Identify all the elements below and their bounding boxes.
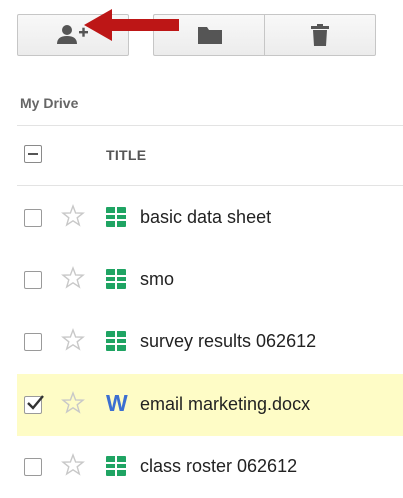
file-row[interactable]: class roster 062612 xyxy=(0,436,403,498)
checkmark-icon xyxy=(27,395,44,410)
file-name[interactable]: class roster 062612 xyxy=(140,456,297,477)
red-arrow-pointer xyxy=(84,9,179,41)
row-checkbox[interactable] xyxy=(24,209,42,227)
list-header: TITLE xyxy=(0,126,403,184)
row-checkbox[interactable] xyxy=(24,271,42,289)
row-checkbox[interactable] xyxy=(24,458,42,476)
folder-icon xyxy=(197,27,222,44)
trash-icon xyxy=(311,24,329,46)
spreadsheet-icon xyxy=(106,456,126,476)
spreadsheet-icon xyxy=(106,207,126,227)
toolbar xyxy=(0,0,403,75)
file-name[interactable]: email marketing.docx xyxy=(140,394,310,415)
row-checkbox[interactable] xyxy=(24,333,42,351)
star-icon[interactable] xyxy=(61,328,85,352)
file-row-selected[interactable]: W email marketing.docx xyxy=(0,374,403,436)
word-document-icon: W xyxy=(106,390,128,416)
file-name[interactable]: basic data sheet xyxy=(140,207,271,228)
title-column-header[interactable]: TITLE xyxy=(106,147,146,163)
row-checkbox-checked[interactable] xyxy=(24,395,44,414)
spreadsheet-icon xyxy=(106,331,126,351)
star-icon[interactable] xyxy=(61,204,85,228)
star-icon[interactable] xyxy=(61,391,85,415)
divider xyxy=(17,185,403,186)
file-row[interactable]: survey results 062612 xyxy=(0,311,403,373)
file-name[interactable]: survey results 062612 xyxy=(140,331,316,352)
delete-button[interactable] xyxy=(264,14,376,56)
breadcrumb[interactable]: My Drive xyxy=(20,95,78,111)
file-name[interactable]: smo xyxy=(140,269,174,290)
select-all-checkbox[interactable] xyxy=(24,145,42,163)
star-icon[interactable] xyxy=(61,266,85,290)
spreadsheet-icon xyxy=(106,269,126,289)
file-row[interactable]: basic data sheet xyxy=(0,187,403,249)
file-row[interactable]: smo xyxy=(0,249,403,311)
star-icon[interactable] xyxy=(61,453,85,477)
